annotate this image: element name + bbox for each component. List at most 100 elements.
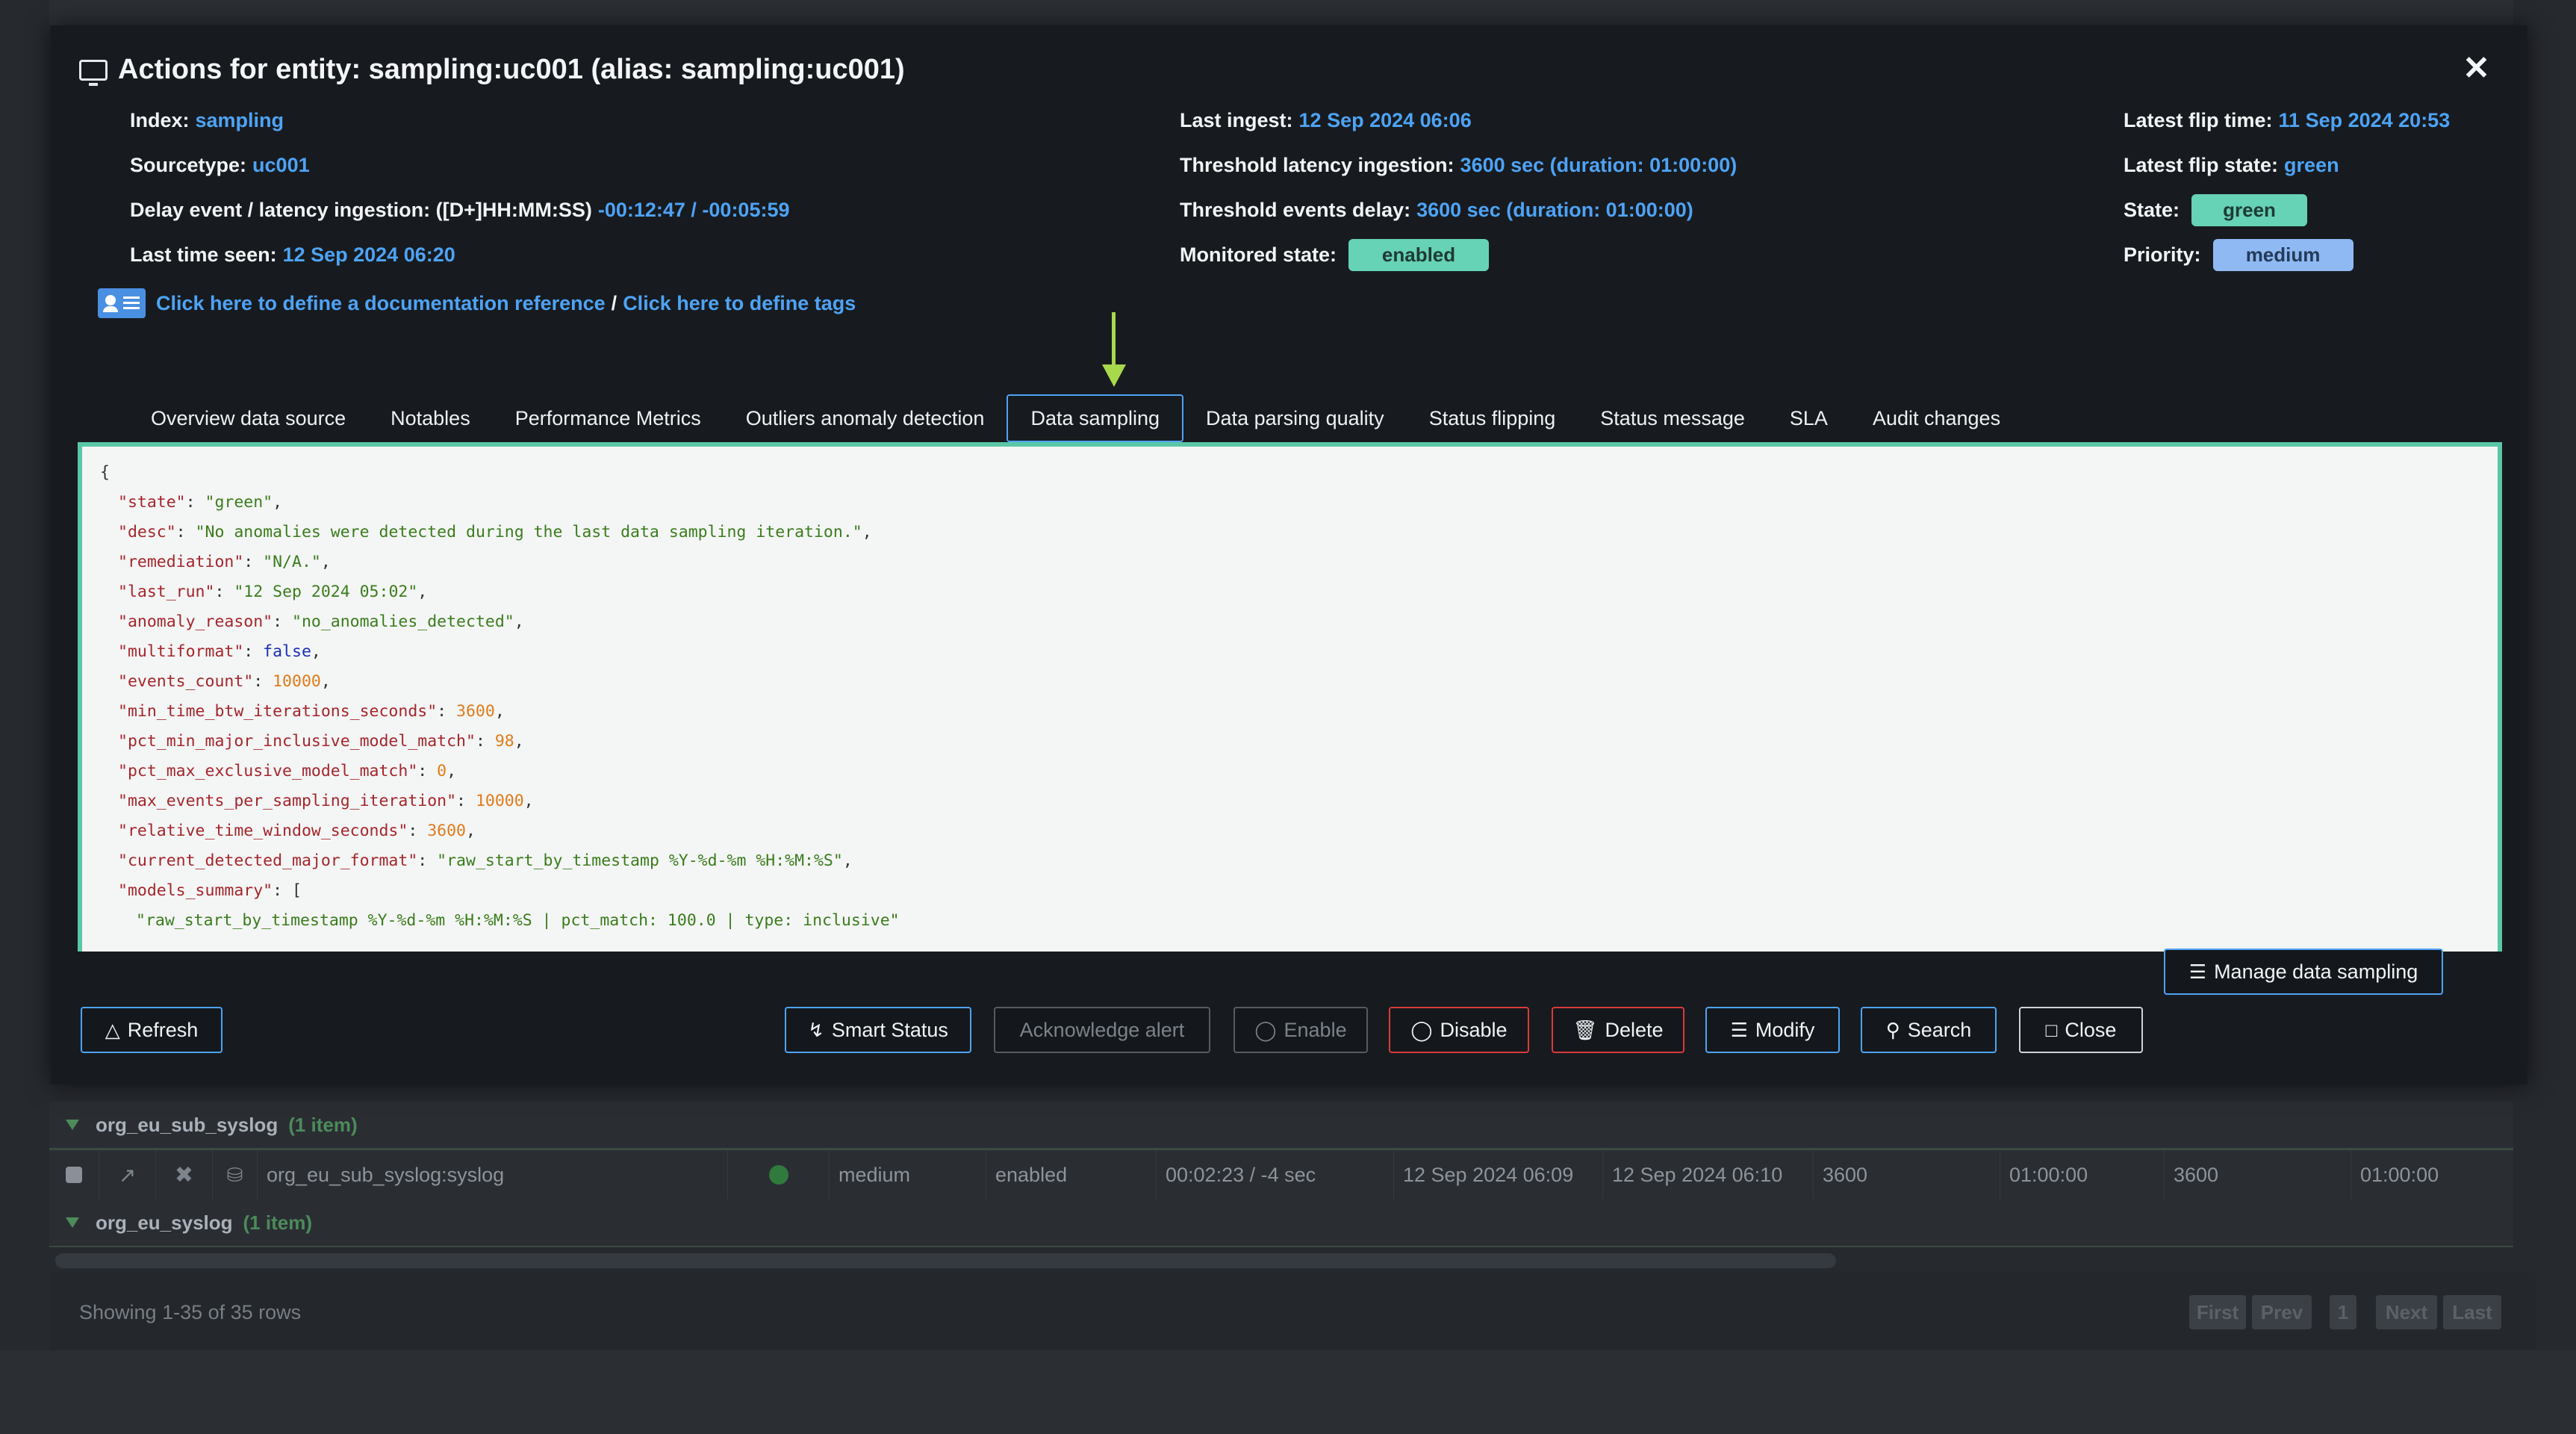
priority-badge[interactable]: medium — [2212, 239, 2353, 271]
info-label: Priority: — [2124, 243, 2201, 266]
tab-status-message[interactable]: Status message — [1578, 394, 1767, 442]
modal-title-row: Actions for entity: sampling:uc001 (alia… — [79, 54, 905, 86]
info-sourcetype: Sourcetype: uc001 — [130, 154, 310, 177]
horizontal-scrollbar[interactable] — [55, 1253, 1836, 1268]
pager-page-button[interactable]: 1 — [2330, 1295, 2356, 1329]
json-punctuation: , — [842, 851, 853, 870]
pager-next-button[interactable]: Next — [2376, 1295, 2437, 1329]
button-label: Refresh — [127, 1018, 199, 1041]
group-row[interactable]: org_eu_sub_syslog (1 item) — [49, 1102, 2513, 1149]
disable-button[interactable]: ◯ Disable — [1389, 1007, 1529, 1053]
json-key: "last_run" — [118, 583, 215, 601]
info-last-ingest: Last ingest: 12 Sep 2024 06:06 — [1180, 109, 1472, 132]
doc-tags-line: Click here to define a documentation ref… — [98, 288, 856, 318]
search-icon: ⚲ — [1885, 1018, 1900, 1041]
json-key: "max_events_per_sampling_iteration" — [118, 792, 457, 810]
info-value: -00:12:47 / -00:05:59 — [597, 199, 790, 221]
define-tags-link[interactable]: Click here to define tags — [623, 292, 856, 315]
tab-performance-metrics[interactable]: Performance Metrics — [493, 394, 724, 442]
tab-notables[interactable]: Notables — [368, 394, 493, 442]
smart-status-button[interactable]: ↯ Smart Status — [785, 1007, 971, 1053]
button-label: Disable — [1440, 1018, 1508, 1041]
doc-reference-link[interactable]: Click here to define a documentation ref… — [156, 292, 606, 315]
info-index: Index: sampling — [130, 109, 284, 132]
json-punctuation: , — [320, 553, 331, 571]
json-line: "pct_max_exclusive_model_match": 0, — [118, 762, 457, 780]
json-punctuation: , — [862, 523, 872, 541]
page-background — [0, 1350, 2576, 1434]
monitored-badge[interactable]: enabled — [1348, 239, 1490, 271]
info-value: 11 Sep 2024 20:53 — [2278, 109, 2451, 131]
link-separator: / — [611, 291, 617, 314]
json-line: "current_detected_major_format": "raw_st… — [118, 851, 853, 870]
info-label: Index: — [130, 109, 190, 131]
tab-overview[interactable]: Overview data source — [128, 394, 368, 442]
row-last-ingest: 12 Sep 2024 06:09 — [1393, 1150, 1602, 1199]
json-key: "relative_time_window_seconds" — [118, 822, 408, 840]
pager-first-button[interactable]: First — [2189, 1295, 2246, 1329]
search-button[interactable]: ⚲ Search — [1861, 1007, 1997, 1053]
table-row[interactable]: ↗ ✖ ⛁ org_eu_sub_syslog:syslog medium en… — [49, 1149, 2513, 1199]
close-icon[interactable]: ✕ — [2463, 52, 2490, 85]
close-button[interactable]: □ Close — [2019, 1007, 2143, 1053]
json-line: "events_count": 10000, — [118, 672, 331, 691]
expand-triangle-icon[interactable] — [66, 1120, 79, 1130]
database-icon: ⛁ — [226, 1163, 243, 1186]
json-key: "models_summary" — [118, 881, 273, 900]
refresh-button[interactable]: △ Refresh — [81, 1007, 223, 1053]
tab-outliers[interactable]: Outliers anomaly detection — [724, 394, 1007, 442]
info-label: Threshold latency ingestion: — [1180, 154, 1455, 176]
row-latency: 00:02:23 / -4 sec — [1156, 1150, 1393, 1199]
manage-data-sampling-button[interactable]: ☰ Manage data sampling — [2164, 949, 2443, 995]
tab-data-parsing-quality[interactable]: Data parsing quality — [1183, 394, 1407, 442]
json-line: "last_run": "12 Sep 2024 05:02", — [118, 583, 428, 601]
info-last-seen: Last time seen: 12 Sep 2024 06:20 — [130, 243, 455, 267]
row-threshold-1: 3600 — [1813, 1150, 2000, 1199]
json-punctuation: , — [514, 612, 524, 631]
json-punctuation: , — [311, 642, 321, 661]
expand-triangle-icon[interactable] — [66, 1217, 79, 1228]
button-label: Manage data sampling — [2214, 960, 2418, 983]
info-delay: Delay event / latency ingestion: ([D+]HH… — [130, 199, 790, 222]
row-entity-name[interactable]: org_eu_sub_syslog:syslog — [257, 1150, 727, 1199]
json-line: "pct_min_major_inclusive_model_match": 9… — [118, 732, 524, 751]
json-punctuation: , — [523, 792, 534, 810]
acknowledge-alert-button[interactable]: Acknowledge alert — [994, 1007, 1210, 1053]
json-value: 10000 — [273, 672, 321, 691]
info-label: Last ingest: — [1180, 109, 1293, 131]
tab-audit-changes[interactable]: Audit changes — [1850, 394, 2023, 442]
info-flip-state: Latest flip state: green — [2124, 154, 2339, 177]
button-label: Acknowledge alert — [1019, 1018, 1185, 1041]
group-row[interactable]: org_eu_syslog (1 item) — [49, 1199, 2513, 1247]
state-badge: green — [2191, 194, 2308, 226]
json-punctuation: , — [466, 822, 476, 840]
json-key: "pct_min_major_inclusive_model_match" — [118, 732, 476, 751]
json-punctuation: , — [494, 702, 505, 721]
group-name: org_eu_sub_syslog — [96, 1113, 279, 1136]
json-key: "desc" — [118, 523, 176, 541]
tab-status-flipping[interactable]: Status flipping — [1407, 394, 1578, 442]
modify-button[interactable]: ☰ Modify — [1705, 1007, 1840, 1053]
delete-button[interactable]: 🗑 Delete — [1552, 1007, 1684, 1053]
open-external-icon[interactable]: ↗ — [119, 1163, 136, 1188]
json-key: "multiformat" — [118, 642, 244, 661]
pager-prev-button[interactable]: Prev — [2252, 1295, 2312, 1329]
pager-last-button[interactable]: Last — [2443, 1295, 2501, 1329]
enable-button[interactable]: ◯ Enable — [1233, 1007, 1368, 1053]
tools-icon[interactable]: ✖ — [175, 1162, 193, 1188]
info-label: Sourcetype: — [130, 154, 247, 176]
json-punctuation: , — [514, 732, 524, 751]
row-checkbox[interactable] — [66, 1167, 82, 1183]
tab-data-sampling[interactable]: Data sampling — [1007, 394, 1184, 442]
json-value: "no_anomalies_detected" — [292, 612, 514, 631]
tab-sla[interactable]: SLA — [1767, 394, 1850, 442]
json-viewer[interactable]: { "state": "green", "desc": "No anomalies… — [78, 442, 2502, 952]
json-punctuation: , — [417, 583, 428, 601]
json-value: 3600 — [456, 702, 495, 721]
json-punctuation: , — [320, 672, 331, 691]
json-value: "12 Sep 2024 05:02" — [234, 583, 418, 601]
json-value: 0 — [437, 762, 447, 780]
json-value: "No anomalies were detected during the l… — [195, 523, 862, 541]
json-value: "raw_start_by_timestamp %Y-%d-%m %H:%M:%… — [437, 851, 843, 870]
json-line: "multiformat": false, — [118, 642, 321, 661]
